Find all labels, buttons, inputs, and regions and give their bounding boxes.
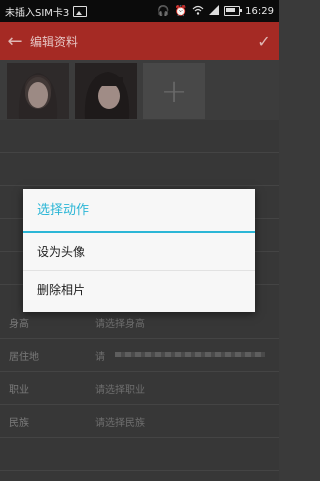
form-row-ethnicity[interactable]: 民族 请选择民族 bbox=[0, 405, 279, 438]
form-row bbox=[0, 120, 279, 153]
confirm-check-icon[interactable]: ✓ bbox=[249, 32, 279, 51]
add-photo-button[interactable]: + bbox=[143, 63, 205, 119]
form-row-occupation[interactable]: 职业 请选择职业 bbox=[0, 372, 279, 405]
height-value[interactable]: 请选择身高 bbox=[95, 315, 145, 330]
set-as-avatar-option[interactable]: 设为头像 bbox=[23, 233, 255, 271]
ethnicity-label: 民族 bbox=[9, 418, 29, 429]
residence-label: 居住地 bbox=[9, 352, 39, 363]
occupation-label: 职业 bbox=[9, 385, 29, 396]
app-bar: ← 编辑资料 ✓ bbox=[0, 22, 279, 60]
height-label: 身高 bbox=[9, 319, 29, 330]
alarm-icon: ⏰ bbox=[174, 5, 188, 17]
profile-photo-1[interactable] bbox=[7, 63, 69, 119]
back-arrow-icon[interactable]: ← bbox=[0, 31, 30, 52]
dialog-title: 选择动作 bbox=[23, 189, 255, 233]
page-title: 编辑资料 bbox=[30, 34, 79, 49]
signal-icon bbox=[209, 4, 220, 18]
battery-icon bbox=[224, 6, 243, 16]
ethnicity-value[interactable]: 请选择民族 bbox=[95, 414, 145, 429]
carrier-label: 未插入SIM卡3 bbox=[5, 7, 70, 19]
form-row-residence[interactable]: 居住地 请 bbox=[0, 339, 279, 372]
occupation-value[interactable]: 请选择职业 bbox=[95, 381, 145, 396]
delete-photo-option[interactable]: 删除相片 bbox=[23, 271, 255, 309]
clock-time: 16:29 bbox=[245, 5, 274, 17]
residence-value[interactable]: 请 bbox=[95, 348, 105, 363]
profile-photo-2[interactable] bbox=[75, 63, 137, 119]
action-dialog: 选择动作 设为头像 删除相片 bbox=[23, 189, 255, 312]
photo-row: + bbox=[0, 60, 279, 120]
wifi-icon bbox=[192, 5, 204, 18]
form-row bbox=[0, 438, 279, 471]
image-icon bbox=[73, 5, 88, 17]
redacted-address bbox=[115, 352, 265, 357]
form-row bbox=[0, 153, 279, 186]
headset-icon: 🎧 bbox=[157, 5, 170, 17]
status-bar: 未插入SIM卡3 🎧 ⏰ 16:29 bbox=[0, 0, 279, 22]
